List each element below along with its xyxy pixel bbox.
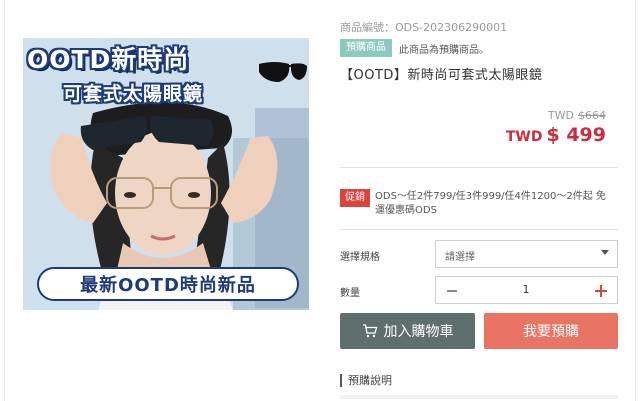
spec-select-value: 請選擇: [445, 252, 475, 263]
image-headline: OOTD新時尚: [27, 45, 190, 74]
original-price-currency: TWD: [547, 109, 574, 122]
promotion-text: ODS～任2件799/任3件999/任4件1200～2件起 免運優惠碼ODS: [375, 191, 606, 216]
cart-icon: [362, 324, 377, 338]
preorder-button-label: 我要預購: [523, 324, 579, 340]
add-to-cart-label: 加入購物車: [383, 324, 454, 340]
preorder-notes-title: 預購說明: [348, 374, 392, 387]
preorder-notes-heading: 預購說明: [340, 372, 392, 388]
heading-bar: [340, 373, 342, 387]
product-title: 【OOTD】新時尚可套式太陽眼鏡: [340, 68, 543, 83]
sale-price-amount: $ 499: [546, 124, 607, 146]
preorder-row: 預購商品 此商品為預購商品。: [340, 39, 489, 57]
divider: [340, 229, 618, 230]
product-sku: 商品編號：ODS-202306290001: [340, 21, 508, 34]
image-banner: 最新OOTD時尚新品: [37, 267, 299, 301]
chevron-down-icon: [601, 250, 609, 255]
minus-icon: [447, 290, 457, 292]
add-to-cart-button[interactable]: 加入購物車: [340, 313, 475, 349]
promotion-row[interactable]: 促銷 ODS～任2件799/任3件999/任4件1200～2件起 免運優惠碼OD…: [340, 189, 610, 218]
quantity-increase-button[interactable]: [591, 281, 611, 301]
preorder-badge: 預購商品: [340, 39, 392, 57]
original-price-amount: $664: [578, 109, 606, 122]
notes-divider: [340, 395, 618, 399]
quantity-input[interactable]: 1: [506, 283, 546, 296]
sale-price: TWD $ 499: [506, 124, 606, 146]
preorder-note: 此商品為預購商品。: [399, 44, 489, 56]
product-image[interactable]: OOTD新時尚 可套式太陽眼鏡 最新OOTD時尚新品: [23, 38, 309, 310]
promotion-badge: 促銷: [340, 189, 370, 207]
quantity-decrease-button[interactable]: [442, 281, 462, 301]
original-price: TWD $664: [548, 109, 606, 122]
quantity-label: 數量: [340, 288, 360, 299]
spec-label: 選擇規格: [340, 252, 380, 263]
quantity-stepper[interactable]: 1: [435, 276, 618, 304]
sale-price-currency: TWD: [505, 129, 543, 145]
spec-select[interactable]: 請選擇: [435, 240, 618, 268]
image-subheadline: 可套式太陽眼鏡: [63, 83, 204, 105]
preorder-button[interactable]: 我要預購: [484, 313, 618, 349]
divider: [340, 167, 618, 168]
